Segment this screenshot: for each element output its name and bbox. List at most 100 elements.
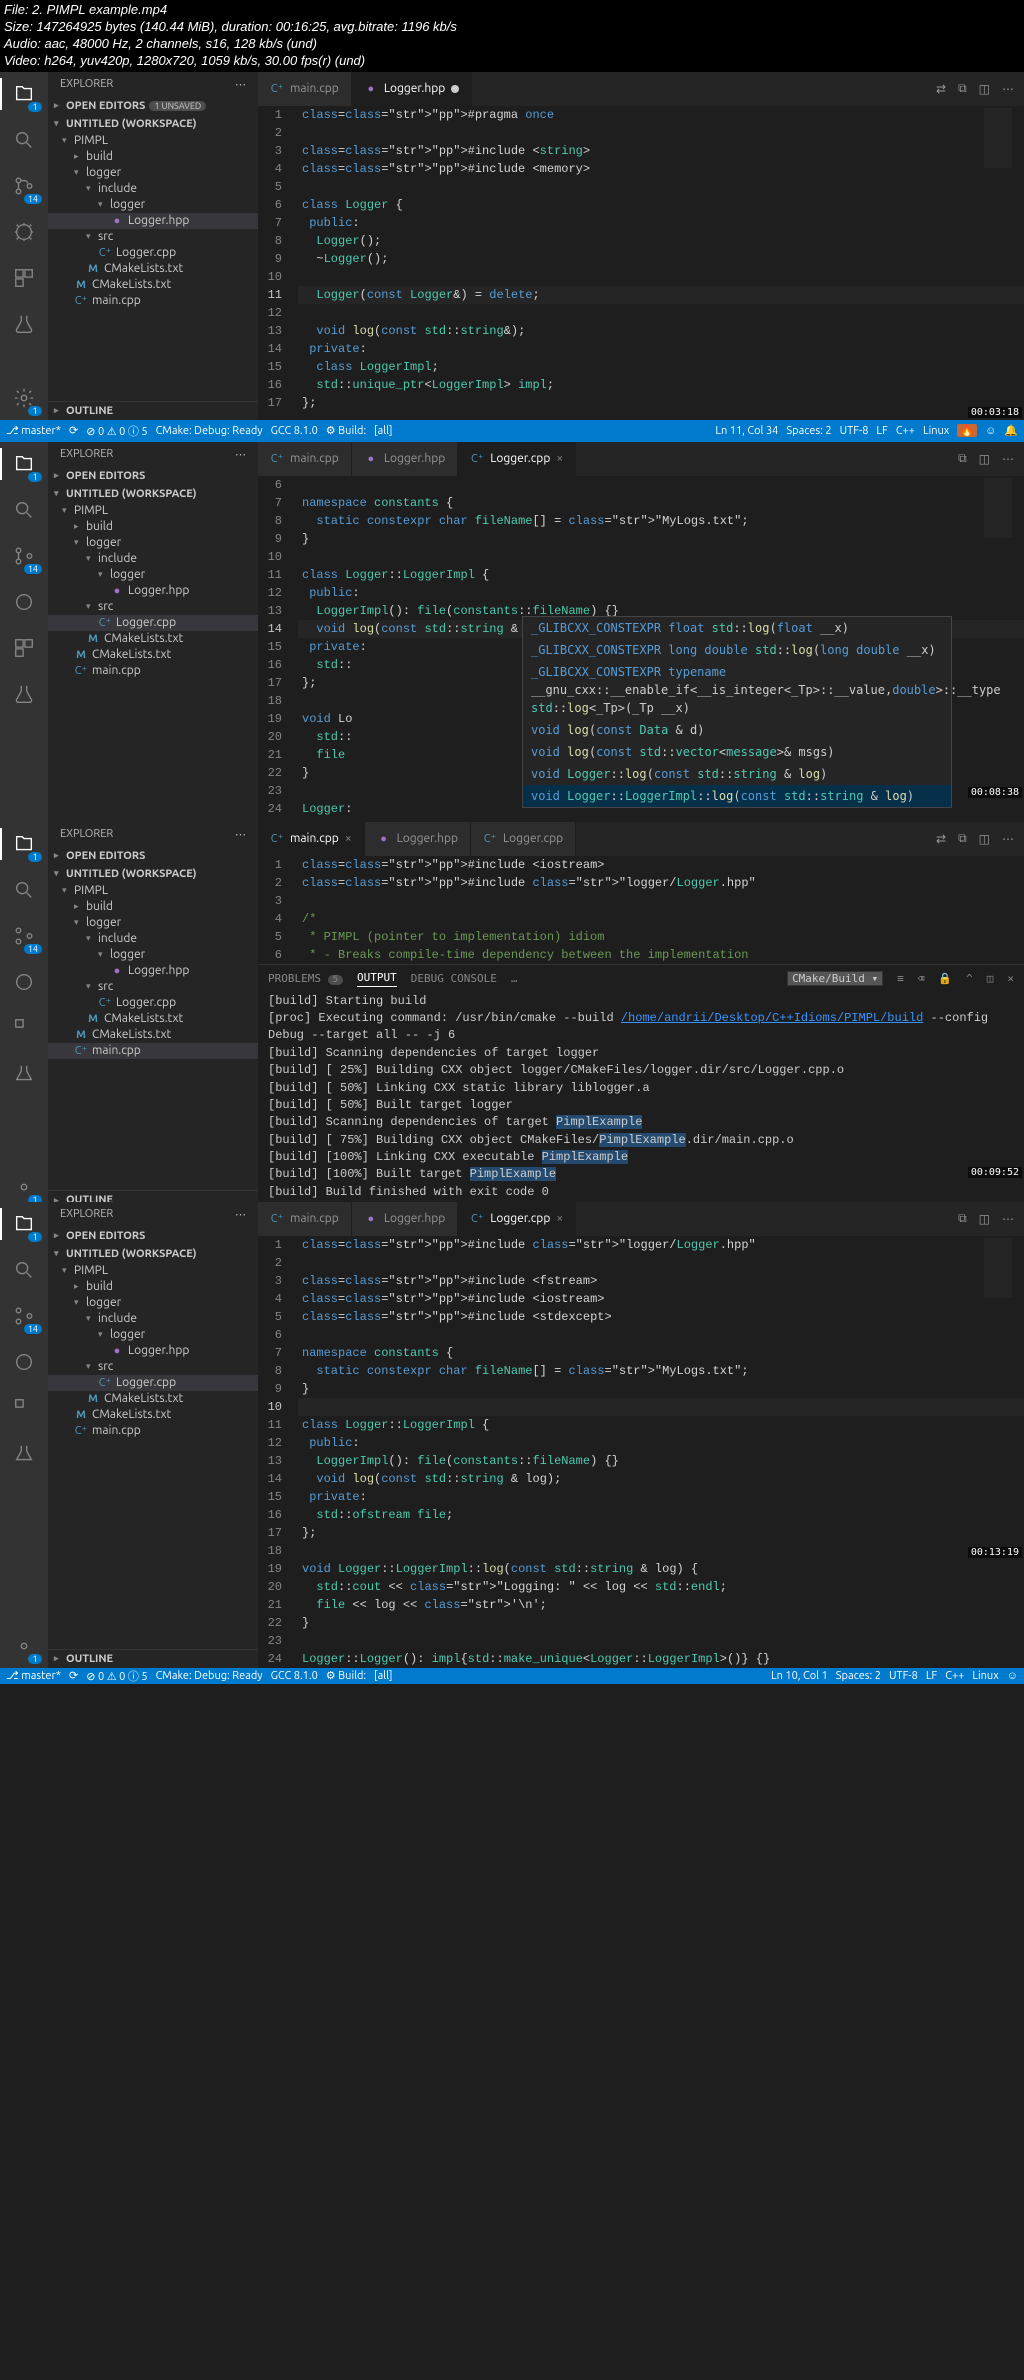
- layout-icon[interactable]: ◫: [979, 832, 990, 846]
- minimap[interactable]: [984, 1238, 1012, 1298]
- tab-logger-cpp[interactable]: C⁺Logger.cpp×: [458, 1202, 576, 1236]
- activity-explorer-icon[interactable]: 1: [10, 1210, 38, 1238]
- activity-test-icon[interactable]: [10, 1440, 38, 1468]
- open-editors-header[interactable]: ▸ OPEN EDITORS 1 UNSAVED: [48, 97, 258, 115]
- sidebar-more-icon[interactable]: ⋯: [235, 448, 246, 461]
- term-clear-icon[interactable]: ⌫: [918, 972, 925, 985]
- status-lang[interactable]: C++: [896, 425, 915, 437]
- tab-main-cpp[interactable]: C⁺main.cpp: [258, 72, 352, 106]
- output-tab[interactable]: OUTPUT: [357, 971, 397, 987]
- tree-folder[interactable]: ▾logger: [48, 535, 258, 551]
- activity-scm-icon[interactable]: 14: [10, 542, 38, 570]
- tree-file-logger-cpp[interactable]: C⁺Logger.cpp: [48, 615, 258, 631]
- status-problems[interactable]: ⊘ 0 ⚠ 0 ⓘ 5: [86, 423, 147, 439]
- tab-main-cpp[interactable]: C⁺main.cpp: [258, 442, 352, 476]
- term-close-icon[interactable]: ×: [1007, 972, 1014, 985]
- open-editors-header[interactable]: ▸OPEN EDITORS: [48, 467, 258, 485]
- activity-extensions-icon[interactable]: [10, 1394, 38, 1422]
- output-channel-select[interactable]: CMake/Build ▾: [787, 971, 883, 986]
- close-icon[interactable]: ×: [556, 1212, 563, 1225]
- tab-logger-cpp[interactable]: C⁺Logger.cpp×: [458, 442, 576, 476]
- tree-folder-logger[interactable]: ▾logger: [48, 165, 258, 181]
- tree-folder[interactable]: ▸build: [48, 519, 258, 535]
- compare-icon[interactable]: ⇄: [936, 832, 946, 846]
- tree-file-cmake-root[interactable]: MCMakeLists.txt: [48, 277, 258, 293]
- activity-search-icon[interactable]: [10, 1256, 38, 1284]
- activity-search-icon[interactable]: [10, 496, 38, 524]
- activity-extensions-icon[interactable]: [10, 264, 38, 292]
- activity-extensions-icon[interactable]: [10, 1014, 38, 1042]
- activity-settings-icon[interactable]: 1: [10, 384, 38, 412]
- terminal-output[interactable]: [build] Starting build[proc] Executing c…: [262, 989, 1020, 1206]
- tab-logger-hpp[interactable]: ●Logger.hpp: [352, 442, 458, 476]
- tree-folder[interactable]: ▾src: [48, 599, 258, 615]
- tree-folder-src[interactable]: ▾src: [48, 229, 258, 245]
- compare-icon[interactable]: ⇄: [936, 82, 946, 96]
- more-icon[interactable]: ⋯: [1002, 452, 1014, 466]
- tree-file-logger-hpp[interactable]: ●Logger.hpp: [48, 213, 258, 229]
- term-layout-icon[interactable]: ◫: [987, 972, 994, 985]
- problems-tab[interactable]: PROBLEMS 5: [268, 972, 343, 985]
- status-position[interactable]: Ln 11, Col 34: [715, 425, 778, 437]
- tree-file-logger-cpp[interactable]: C⁺Logger.cpp: [48, 1375, 258, 1391]
- code-editor[interactable]: 123456 class=class="str">"pp">#include <…: [258, 856, 1024, 964]
- tree-folder-logger-inner[interactable]: ▾logger: [48, 197, 258, 213]
- activity-search-icon[interactable]: [10, 876, 38, 904]
- workspace-header[interactable]: ▾ UNTITLED (WORKSPACE): [48, 115, 258, 133]
- tree-folder[interactable]: ▾PIMPL: [48, 503, 258, 519]
- activity-scm-icon[interactable]: 14: [10, 172, 38, 200]
- activity-debug-icon[interactable]: [10, 1348, 38, 1376]
- minimap[interactable]: [984, 108, 1012, 168]
- more-icon[interactable]: ⋯: [1002, 1212, 1014, 1226]
- tree-file-main-cpp[interactable]: C⁺main.cpp: [48, 293, 258, 309]
- tree-file[interactable]: C⁺main.cpp: [48, 663, 258, 679]
- tab-logger-hpp[interactable]: ●Logger.hpp: [352, 1202, 458, 1236]
- layout-icon[interactable]: ◫: [979, 82, 990, 96]
- status-branch[interactable]: ⎇ master*: [6, 424, 61, 437]
- status-eol[interactable]: LF: [876, 425, 887, 437]
- activity-scm-icon[interactable]: 14: [10, 922, 38, 950]
- layout-icon[interactable]: ◫: [979, 1212, 990, 1226]
- activity-test-icon[interactable]: [10, 1060, 38, 1088]
- tree-file-main-cpp[interactable]: C⁺main.cpp: [48, 1043, 258, 1059]
- close-icon[interactable]: ×: [345, 832, 352, 845]
- debug-console-tab[interactable]: DEBUG CONSOLE: [411, 972, 497, 985]
- tree-folder[interactable]: ▾logger: [48, 567, 258, 583]
- tree-file[interactable]: MCMakeLists.txt: [48, 647, 258, 663]
- activity-debug-icon[interactable]: [10, 588, 38, 616]
- outline-header[interactable]: ▸OUTLINE: [48, 401, 258, 420]
- status-encoding[interactable]: UTF-8: [840, 425, 869, 437]
- activity-debug-icon[interactable]: [10, 968, 38, 996]
- status-gcc[interactable]: GCC 8.1.0: [271, 425, 318, 437]
- split-icon[interactable]: ⧉: [958, 452, 967, 466]
- code-editor[interactable]: 1234567891011121314151617 class=class="s…: [258, 106, 1024, 412]
- tree-folder[interactable]: ▾include: [48, 551, 258, 567]
- term-lock-icon[interactable]: 🔒: [938, 972, 952, 985]
- sidebar-more-icon[interactable]: ⋯: [235, 78, 246, 91]
- activity-debug-icon[interactable]: [10, 218, 38, 246]
- tab-logger-cpp[interactable]: C⁺Logger.cpp: [471, 822, 576, 856]
- activity-scm-icon[interactable]: 14: [10, 1302, 38, 1330]
- status-os[interactable]: Linux: [923, 425, 949, 437]
- tab-logger-hpp[interactable]: ●Logger.hpp: [352, 72, 472, 106]
- tree-folder-build[interactable]: ▸build: [48, 149, 258, 165]
- status-target[interactable]: [all]: [374, 425, 392, 437]
- split-icon[interactable]: ⧉: [958, 832, 967, 846]
- intellisense-popup[interactable]: _GLIBCXX_CONSTEXPR float std::log(float …: [522, 616, 952, 808]
- status-build[interactable]: ⚙ Build:: [326, 424, 366, 437]
- tree-file-logger-cpp[interactable]: C⁺Logger.cpp: [48, 245, 258, 261]
- tree-file[interactable]: ●Logger.hpp: [48, 583, 258, 599]
- term-filter-icon[interactable]: ≡: [897, 972, 904, 985]
- activity-settings-icon[interactable]: 1: [10, 1173, 38, 1201]
- tab-main-cpp[interactable]: C⁺main.cpp×: [258, 822, 365, 856]
- tab-main-cpp[interactable]: C⁺main.cpp: [258, 1202, 352, 1236]
- activity-explorer-icon[interactable]: 1: [10, 830, 38, 858]
- activity-explorer-icon[interactable]: 1: [10, 450, 38, 478]
- status-fire-icon[interactable]: 🔥: [957, 424, 977, 437]
- activity-explorer-icon[interactable]: 1: [10, 80, 38, 108]
- code-editor[interactable]: 123456789101112131415161718192021222324 …: [258, 1236, 1024, 1668]
- status-face-icon[interactable]: ☺: [985, 425, 996, 437]
- more-icon[interactable]: ⋯: [1002, 82, 1014, 96]
- split-icon[interactable]: ⧉: [958, 82, 967, 96]
- activity-settings-icon[interactable]: 1: [10, 1632, 38, 1660]
